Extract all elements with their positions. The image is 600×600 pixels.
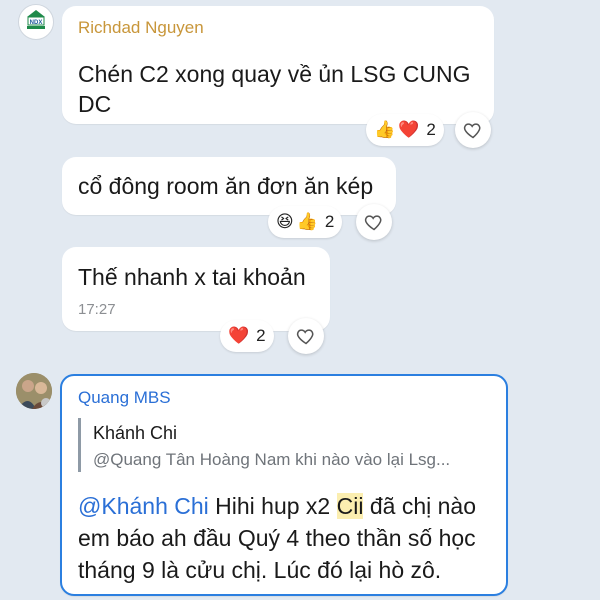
reply-message-bubble[interactable]: Quang MBS Khánh Chi @Quang Tân Hoàng Nam…	[60, 374, 508, 596]
message-bubble[interactable]: Richdad Nguyen Chén C2 xong quay về ủn L…	[62, 6, 494, 124]
quote-text: @Quang Tân Hoàng Nam khi nào vào lại Lsg…	[93, 450, 451, 469]
heart-icon: ❤️	[228, 326, 250, 345]
heart-outline-icon	[296, 329, 314, 345]
thumbs-up-icon: 👍	[296, 212, 318, 231]
reaction-count: 2	[256, 326, 266, 345]
react-button[interactable]	[455, 112, 491, 148]
svg-text:NDX: NDX	[30, 20, 43, 26]
laughing-face-icon: 😆	[276, 212, 294, 231]
reaction-summary[interactable]: ❤️ 2	[220, 320, 274, 352]
reaction-summary[interactable]: 😆 👍 2	[268, 206, 343, 238]
sender-name[interactable]: Richdad Nguyen	[78, 18, 204, 38]
message-text: cổ đông room ăn đơn ăn kép	[78, 173, 374, 199]
quoted-message[interactable]: Khánh Chi @Quang Tân Hoàng Nam khi nào v…	[78, 418, 493, 472]
react-button[interactable]	[356, 204, 392, 240]
reply-text: @Khánh Chi Hihi hup x2 Cii đã chị nào em…	[78, 490, 498, 586]
ndx-logo-icon: NDX	[27, 10, 45, 29]
message-bubble[interactable]: Thế nhanh x tai khoản 17:27	[62, 247, 330, 331]
reaction-count: 2	[324, 212, 335, 231]
thumbs-up-icon: 👍	[374, 120, 396, 139]
reply-text-part: đã chị nào	[363, 493, 476, 519]
heart-outline-icon	[463, 123, 481, 139]
heart-outline-icon	[364, 215, 382, 231]
message-text: Thế nhanh x tai khoản	[78, 264, 306, 290]
message-text-line2: DC	[78, 91, 112, 117]
user-photo-icon	[16, 373, 52, 409]
message-bubble[interactable]: cổ đông room ăn đơn ăn kép	[62, 157, 396, 215]
highlighted-word: Cii	[336, 493, 364, 519]
mention-link[interactable]: @Khánh Chi	[78, 493, 209, 519]
sender-name[interactable]: Quang MBS	[78, 388, 171, 408]
message-time: 17:27	[78, 301, 116, 318]
reply-text-line3: tháng 9 là cửu chị. Lúc đó lại hò zô.	[78, 557, 442, 583]
sender-avatar[interactable]: NDX	[18, 4, 54, 40]
reaction-count: 2	[426, 120, 436, 139]
reaction-summary[interactable]: 👍 ❤️ 2	[366, 114, 444, 146]
sender-avatar[interactable]	[16, 373, 52, 409]
quote-author: Khánh Chi	[93, 423, 178, 443]
reply-text-part: Hihi hup x2	[208, 493, 337, 519]
react-button[interactable]	[288, 318, 324, 354]
reply-text-line2: em báo ah đầu Quý 4 theo thần số học	[78, 525, 476, 551]
heart-icon: ❤️	[398, 120, 420, 139]
message-text: Chén C2 xong quay về ủn LSG CUNG	[78, 61, 471, 87]
